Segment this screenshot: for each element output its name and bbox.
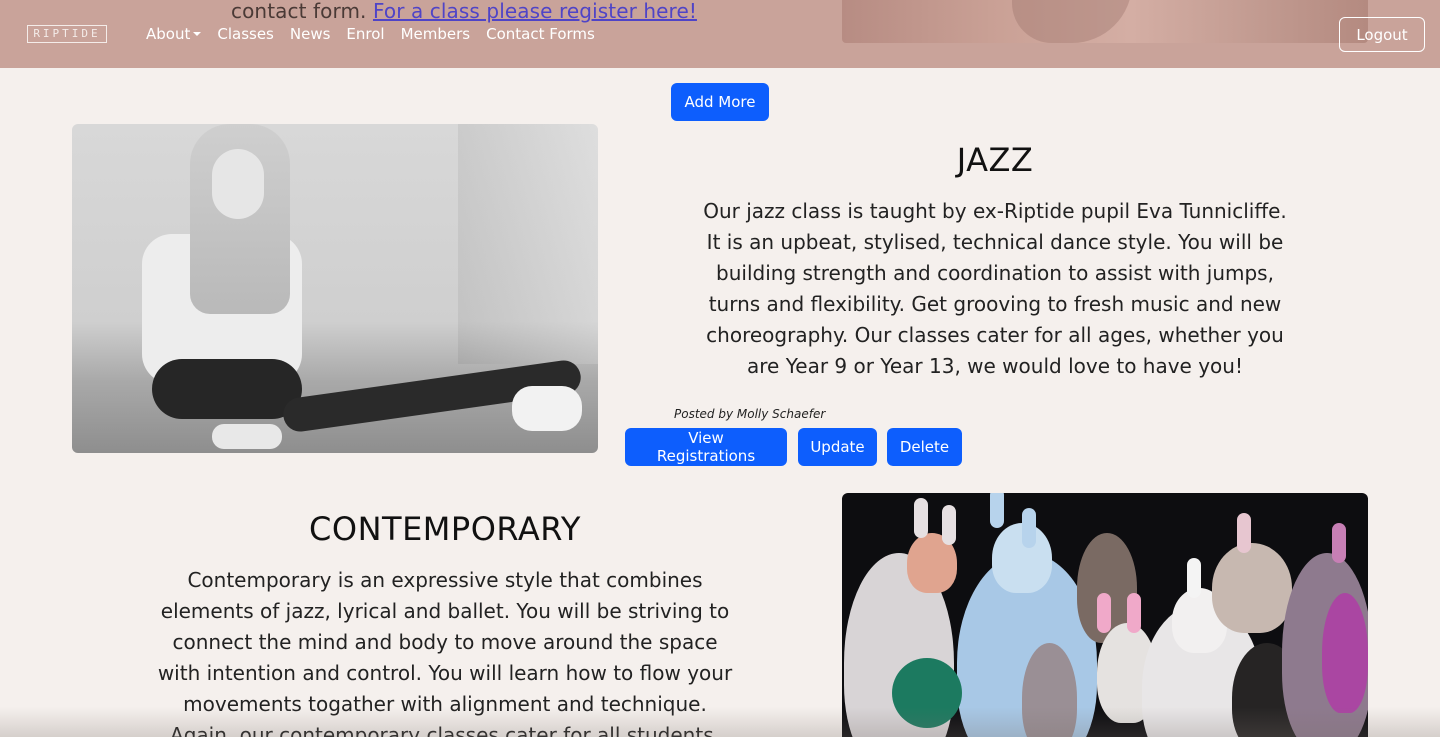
jazz-class-photo xyxy=(72,124,598,453)
nav-members[interactable]: Members xyxy=(401,25,471,43)
scrolled-content-text: contact form. For a class please registe… xyxy=(231,0,697,23)
nav-about-label: About xyxy=(146,25,191,43)
top-navbar: contact form. For a class please registe… xyxy=(0,0,1440,68)
nav-about-dropdown[interactable]: About xyxy=(146,25,202,43)
nav-contact-forms[interactable]: Contact Forms xyxy=(486,25,595,43)
scrolled-photo xyxy=(842,0,1368,43)
delete-button[interactable]: Delete xyxy=(887,428,962,466)
logout-button[interactable]: Logout xyxy=(1339,17,1425,52)
add-more-button[interactable]: Add More xyxy=(671,83,769,121)
contemporary-class-title: CONTEMPORARY xyxy=(309,510,581,548)
caret-down-icon xyxy=(193,32,202,36)
nav-enrol[interactable]: Enrol xyxy=(346,25,384,43)
update-button[interactable]: Update xyxy=(798,428,877,466)
jazz-class-title: JAZZ xyxy=(956,141,1034,179)
contemporary-class-photo xyxy=(842,493,1368,737)
contemporary-class-description: Contemporary is an expressive style that… xyxy=(157,568,733,737)
register-class-link[interactable]: For a class please register here! xyxy=(373,0,697,23)
jazz-posted-by: Posted by Molly Schaefer xyxy=(674,407,826,421)
brand-logo[interactable]: RIPTIDE xyxy=(27,25,107,43)
main-nav: About Classes News Enrol Members Contact… xyxy=(146,25,595,43)
scrolled-text-prefix: contact form. xyxy=(231,0,367,23)
nav-news[interactable]: News xyxy=(290,25,331,43)
jazz-class-description: Our jazz class is taught by ex-Riptide p… xyxy=(703,199,1287,378)
nav-classes[interactable]: Classes xyxy=(217,25,274,43)
view-registrations-button[interactable]: View Registrations xyxy=(625,428,787,466)
